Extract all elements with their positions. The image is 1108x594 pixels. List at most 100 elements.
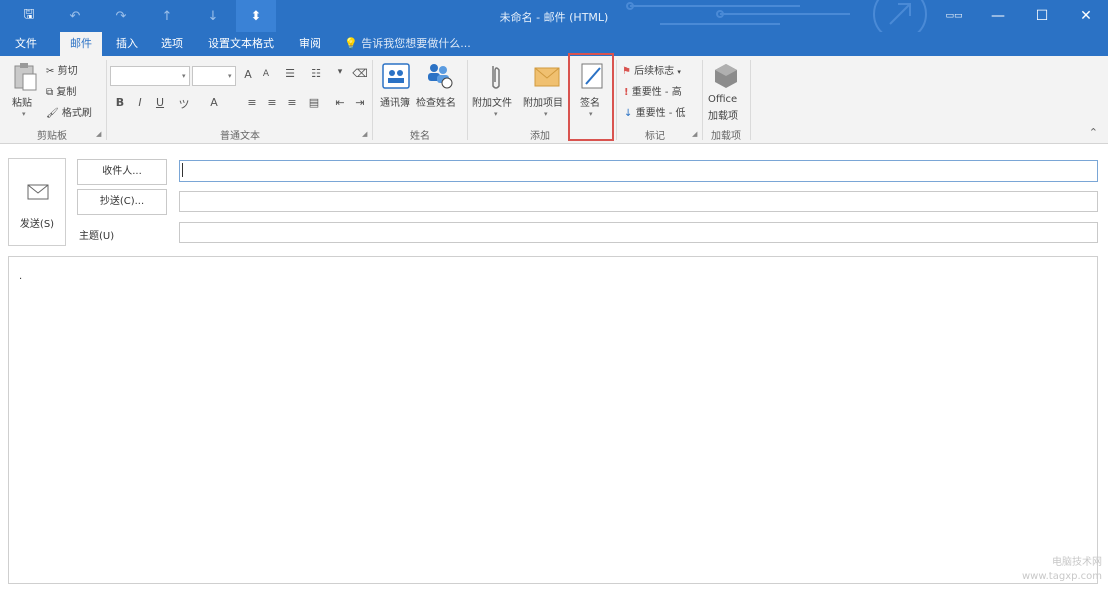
names-group-label: 姓名 [410, 131, 430, 142]
cut-button[interactable]: ✂ 剪切 [46, 62, 78, 77]
bold-button[interactable]: B [112, 96, 128, 109]
lightbulb-icon: 💡 [344, 37, 358, 50]
title-bar: 🖫 ↶ ↷ ↑ ↓ ⬍ 未命名 - 邮件 (HTML) ▭▭ — ☐ ✕ [0, 0, 1108, 32]
font-size-dropdown-icon[interactable]: ▾ [228, 72, 232, 80]
decrease-indent-icon[interactable]: ⇤ [332, 96, 348, 109]
italic-button[interactable]: I [132, 96, 148, 109]
increase-indent-icon[interactable]: ⇥ [352, 96, 368, 109]
check-names-label: 检查姓名 [416, 98, 456, 109]
cut-label: 剪切 [57, 66, 78, 77]
subject-label: 主题(U) [79, 231, 115, 242]
paste-label: 粘贴 [12, 98, 32, 109]
send-label: 发送(S) [19, 219, 55, 230]
cc-button[interactable]: 抄送(C)... [77, 189, 167, 215]
attach-file-label: 附加文件 [472, 98, 512, 109]
group-separator [106, 60, 107, 140]
tab-options[interactable]: 选项 [152, 32, 192, 56]
body-text: . [19, 271, 23, 282]
to-button[interactable]: 收件人... [77, 159, 167, 185]
down-arrow-importance-icon: ↓ [624, 108, 633, 119]
basic-text-launcher-icon[interactable]: ◢ [362, 130, 367, 138]
numbering-icon[interactable]: ☷ [308, 67, 324, 80]
justify-icon[interactable]: ▤ [306, 96, 322, 109]
text-caret [182, 163, 183, 177]
tell-me-text: 告诉我您想要做什么... [361, 37, 471, 50]
ribbon-display-options-icon[interactable]: ▭▭ [932, 0, 976, 32]
maximize-icon[interactable]: ☐ [1020, 0, 1064, 32]
group-separator [467, 60, 468, 140]
office-addins-label-line1: Office [708, 94, 738, 105]
grow-font-button[interactable]: A [240, 68, 256, 81]
tags-launcher-icon[interactable]: ◢ [692, 130, 697, 138]
scissors-icon: ✂ [46, 66, 55, 77]
underline-button[interactable]: U [152, 96, 168, 109]
ribbon-tab-bar: 文件 邮件 插入 选项 设置文本格式 审阅 💡 告诉我您想要做什么... [0, 32, 1108, 56]
follow-up-button[interactable]: ⚑ 后续标志 ▾ [622, 62, 681, 77]
basic-text-group-label: 普通文本 [220, 131, 260, 142]
low-importance-button[interactable]: ↓ 重要性 - 低 [624, 104, 686, 119]
ribbon: 粘贴 ▾ ✂ 剪切 ⧉ 复制 🖌 格式刷 剪贴板 ◢ ▾ ▾ A A ☰ ☷ ▾… [0, 56, 1108, 144]
tab-insert[interactable]: 插入 [108, 32, 146, 56]
bullets-icon[interactable]: ☰ [282, 67, 298, 80]
tags-group-label: 标记 [645, 131, 665, 142]
group-separator [702, 60, 703, 140]
envelope-icon [534, 67, 560, 87]
high-importance-label: 重要性 - 高 [631, 87, 682, 98]
office-addins-label-line2: 加载项 [708, 111, 738, 122]
paste-dropdown-icon[interactable]: ▾ [22, 110, 26, 118]
font-color-button[interactable]: A [206, 96, 222, 109]
shrink-font-button[interactable]: A [258, 69, 274, 79]
subject-field[interactable] [179, 222, 1098, 243]
collapse-ribbon-icon[interactable]: ⌃ [1089, 126, 1098, 139]
office-addins-icon [715, 64, 737, 88]
format-painter-button[interactable]: 🖌 格式刷 [46, 104, 92, 119]
format-painter-label: 格式刷 [61, 108, 92, 119]
tell-me-search[interactable]: 💡 告诉我您想要做什么... [344, 32, 471, 56]
low-importance-label: 重要性 - 低 [635, 108, 686, 119]
list-dropdown-icon[interactable]: ▾ [332, 67, 348, 77]
attach-item-dropdown-icon[interactable]: ▾ [544, 110, 548, 118]
exclamation-icon: ! [624, 87, 629, 98]
watermark-line2: www.tagxp.com [1022, 571, 1102, 582]
flag-icon: ⚑ [622, 66, 631, 77]
paste-icon [14, 63, 37, 91]
address-book-label: 通讯簿 [380, 98, 410, 109]
tab-file[interactable]: 文件 [4, 32, 48, 56]
font-name-combobox[interactable] [110, 66, 190, 86]
window-controls: ▭▭ — ☐ ✕ [932, 0, 1108, 32]
send-button[interactable]: 发送(S) [8, 158, 66, 246]
align-left-icon[interactable]: ≡ [244, 96, 260, 109]
clear-formatting-icon[interactable]: ⌫ [352, 67, 368, 80]
font-name-dropdown-icon[interactable]: ▾ [182, 72, 186, 80]
cc-field[interactable] [179, 191, 1098, 212]
attach-item-label: 附加项目 [523, 98, 563, 109]
tab-message[interactable]: 邮件 [60, 32, 102, 56]
highlight-button[interactable]: ツ [176, 96, 192, 112]
clipboard-launcher-icon[interactable]: ◢ [96, 130, 101, 138]
tab-review[interactable]: 审阅 [290, 32, 330, 56]
close-icon[interactable]: ✕ [1064, 0, 1108, 32]
follow-up-label: 后续标志 [634, 66, 675, 77]
tab-format-text[interactable]: 设置文本格式 [198, 32, 284, 56]
group-separator [372, 60, 373, 140]
watermark-line1: 电脑技术网 [1052, 557, 1102, 568]
align-right-icon[interactable]: ≡ [284, 96, 300, 109]
paperclip-icon [492, 66, 500, 89]
copy-button[interactable]: ⧉ 复制 [46, 83, 76, 98]
align-center-icon[interactable]: ≡ [264, 96, 280, 109]
group-separator [616, 60, 617, 140]
follow-up-dropdown-icon: ▾ [677, 68, 681, 76]
minimize-icon[interactable]: — [976, 0, 1020, 32]
check-names-icon [428, 64, 453, 89]
watermark: 电脑技术网 www.tagxp.com [1022, 556, 1102, 584]
brush-icon: 🖌 [46, 108, 59, 119]
group-separator [750, 60, 751, 140]
addins-group-label: 加载项 [711, 131, 741, 142]
message-body-editor[interactable]: . [8, 256, 1098, 584]
send-envelope-icon [27, 184, 49, 200]
attach-file-dropdown-icon[interactable]: ▾ [494, 110, 498, 118]
signature-highlight-box [568, 53, 614, 141]
copy-icon: ⧉ [46, 87, 54, 98]
high-importance-button[interactable]: ! 重要性 - 高 [624, 83, 682, 98]
to-field[interactable] [179, 160, 1098, 182]
